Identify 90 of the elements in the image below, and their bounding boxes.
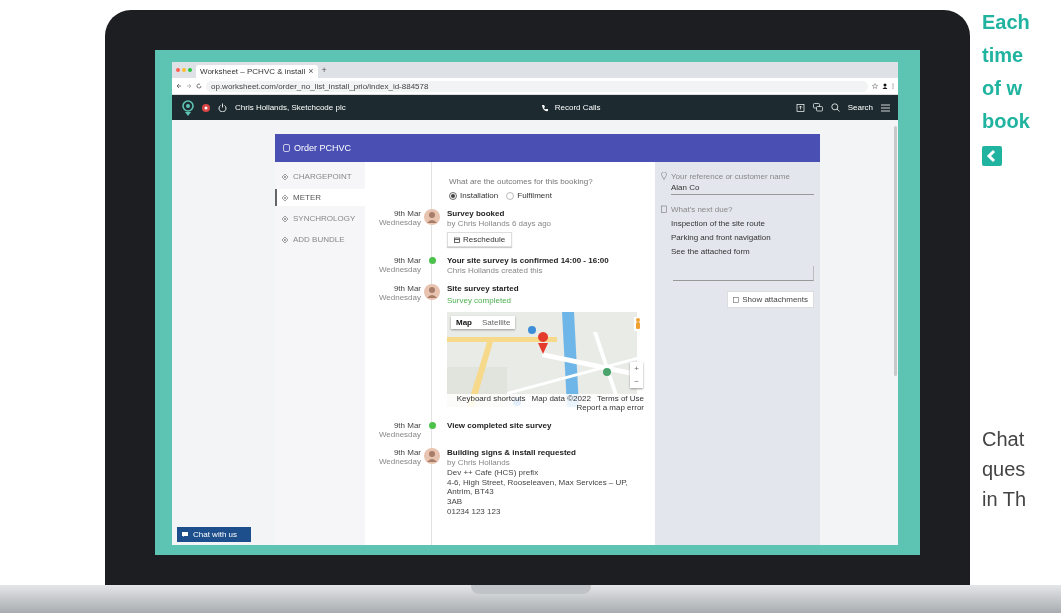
address-field[interactable]: op.worksheet.com/order_no_list_install_prio/index_id-884578 xyxy=(206,80,868,92)
address-line: Dev ++ Cafe (HCS) prefix xyxy=(447,468,539,477)
avatar-icon xyxy=(424,448,440,464)
avatar-icon xyxy=(424,209,440,225)
address-line: 01234 123 123 xyxy=(447,507,501,516)
map-type-tab[interactable]: Satellite xyxy=(477,316,516,329)
heading-line: book xyxy=(982,109,1030,134)
body-text-line: Chat xyxy=(982,427,1026,452)
event-title: Survey booked xyxy=(447,209,505,218)
scrollbar[interactable] xyxy=(894,126,897,376)
event-subtitle: Chris Hollands created this xyxy=(447,266,543,275)
nav-item[interactable]: SYNCHROLOGY xyxy=(275,210,365,227)
event-date: 9th Mar xyxy=(393,284,421,293)
attachments-button[interactable]: Show attachments xyxy=(727,291,814,308)
new-tab-button[interactable]: + xyxy=(321,65,327,75)
chat-icon[interactable] xyxy=(812,103,823,112)
question-text: What are the outcomes for this booking? xyxy=(449,177,593,186)
back-icon[interactable] xyxy=(176,83,182,89)
event-date: 9th Mar xyxy=(393,209,421,218)
event-date: 9th Mar xyxy=(393,421,421,430)
due-item: Inspection of the site route xyxy=(671,219,766,228)
chat-button[interactable]: Chat with us xyxy=(177,527,252,542)
status-text: Survey completed xyxy=(447,296,512,305)
search-button[interactable]: Search xyxy=(847,103,873,112)
address-line: 3AB xyxy=(447,497,463,506)
calendar-icon xyxy=(454,236,460,243)
reload-icon[interactable] xyxy=(196,83,202,89)
nav-item[interactable]: CHARGEPOINT xyxy=(275,168,365,185)
tab-close-button[interactable]: × xyxy=(308,67,314,76)
event-title[interactable]: View completed site survey xyxy=(447,421,552,430)
power-icon[interactable] xyxy=(218,103,227,112)
close-window-button[interactable] xyxy=(176,68,180,72)
event-subtitle: by Chris Hollands 6 days ago xyxy=(447,219,552,228)
event-title: Building signs & install requested xyxy=(447,448,576,457)
forward-icon[interactable] xyxy=(186,83,192,89)
reschedule-button[interactable]: Reschedule xyxy=(447,232,513,247)
person-icon[interactable] xyxy=(634,317,642,331)
user-name: Chris Hollands, Sketchcode plc xyxy=(235,103,346,112)
event-day: Wednesday xyxy=(378,218,421,227)
heading-line: time xyxy=(982,43,1025,68)
zoom-in-button[interactable]: + xyxy=(630,362,643,375)
chevron-left-icon[interactable] xyxy=(982,146,1002,166)
event-day: Wednesday xyxy=(378,430,421,439)
heading-line: of w xyxy=(982,76,1023,101)
map-type-tab[interactable]: Map xyxy=(451,316,477,329)
status-dot xyxy=(428,257,436,264)
phone-icon[interactable] xyxy=(540,103,549,112)
due-item: Parking and front navigation xyxy=(671,233,772,242)
event-day: Wednesday xyxy=(378,265,421,274)
event-day: Wednesday xyxy=(378,293,421,302)
badge-icon[interactable] xyxy=(202,103,210,112)
status-dot xyxy=(428,422,436,429)
field-label: What's next due? xyxy=(671,205,734,214)
search-icon[interactable] xyxy=(830,103,840,112)
attachment-icon xyxy=(733,296,740,303)
menu-icon[interactable] xyxy=(881,103,890,112)
event-date: 9th Mar xyxy=(393,448,421,457)
map-footer-link[interactable]: Map data ©2022 xyxy=(531,394,591,403)
map-footer-link[interactable]: Terms of Use xyxy=(596,394,644,403)
browser-tab[interactable]: Worksheet – PCHVC & install × xyxy=(196,65,318,78)
profile-icon[interactable] xyxy=(882,83,888,89)
nav-item[interactable]: METER xyxy=(275,189,365,206)
due-item: See the attached form xyxy=(671,247,751,256)
heading-line: Each xyxy=(982,10,1030,35)
address-line: 4-6, High Street, Rooseleaven, Max Services – UP, Antrim, BT43 xyxy=(447,478,629,496)
pin-icon xyxy=(661,172,667,180)
logo-icon xyxy=(182,99,194,116)
event-subtitle: by Chris Hollands xyxy=(447,458,510,467)
map-footer-link[interactable]: Keyboard shortcuts xyxy=(456,394,526,403)
order-title: Order PCHVC xyxy=(294,143,351,153)
map-footer-link[interactable]: Report a map error xyxy=(576,403,644,412)
event-title: Your site survey is confirmed 14:00 - 16:00 xyxy=(447,256,609,265)
chat-bubble-icon xyxy=(182,532,188,537)
zoom-out-button[interactable]: − xyxy=(630,375,643,388)
notes-field[interactable] xyxy=(673,266,814,281)
document-icon xyxy=(283,144,290,152)
star-icon[interactable] xyxy=(872,83,878,89)
nav-item[interactable]: ADD BUNDLE xyxy=(275,231,365,248)
radio-button[interactable] xyxy=(506,191,515,200)
event-date: 9th Mar xyxy=(393,256,421,265)
record-calls-button[interactable]: Record Calls xyxy=(554,103,601,112)
avatar-icon xyxy=(424,284,440,300)
event-day: Wednesday xyxy=(378,457,421,466)
reference-field[interactable]: Your reference or customer name Alan Co xyxy=(671,172,814,195)
option-label[interactable]: Installation xyxy=(460,191,499,200)
radio-button[interactable] xyxy=(449,191,457,200)
event-title: Site survey started xyxy=(447,284,519,293)
option-label[interactable]: Fulfilment xyxy=(517,191,552,200)
body-text-line: ques xyxy=(982,457,1027,482)
body-text-line: in Th xyxy=(982,487,1028,512)
